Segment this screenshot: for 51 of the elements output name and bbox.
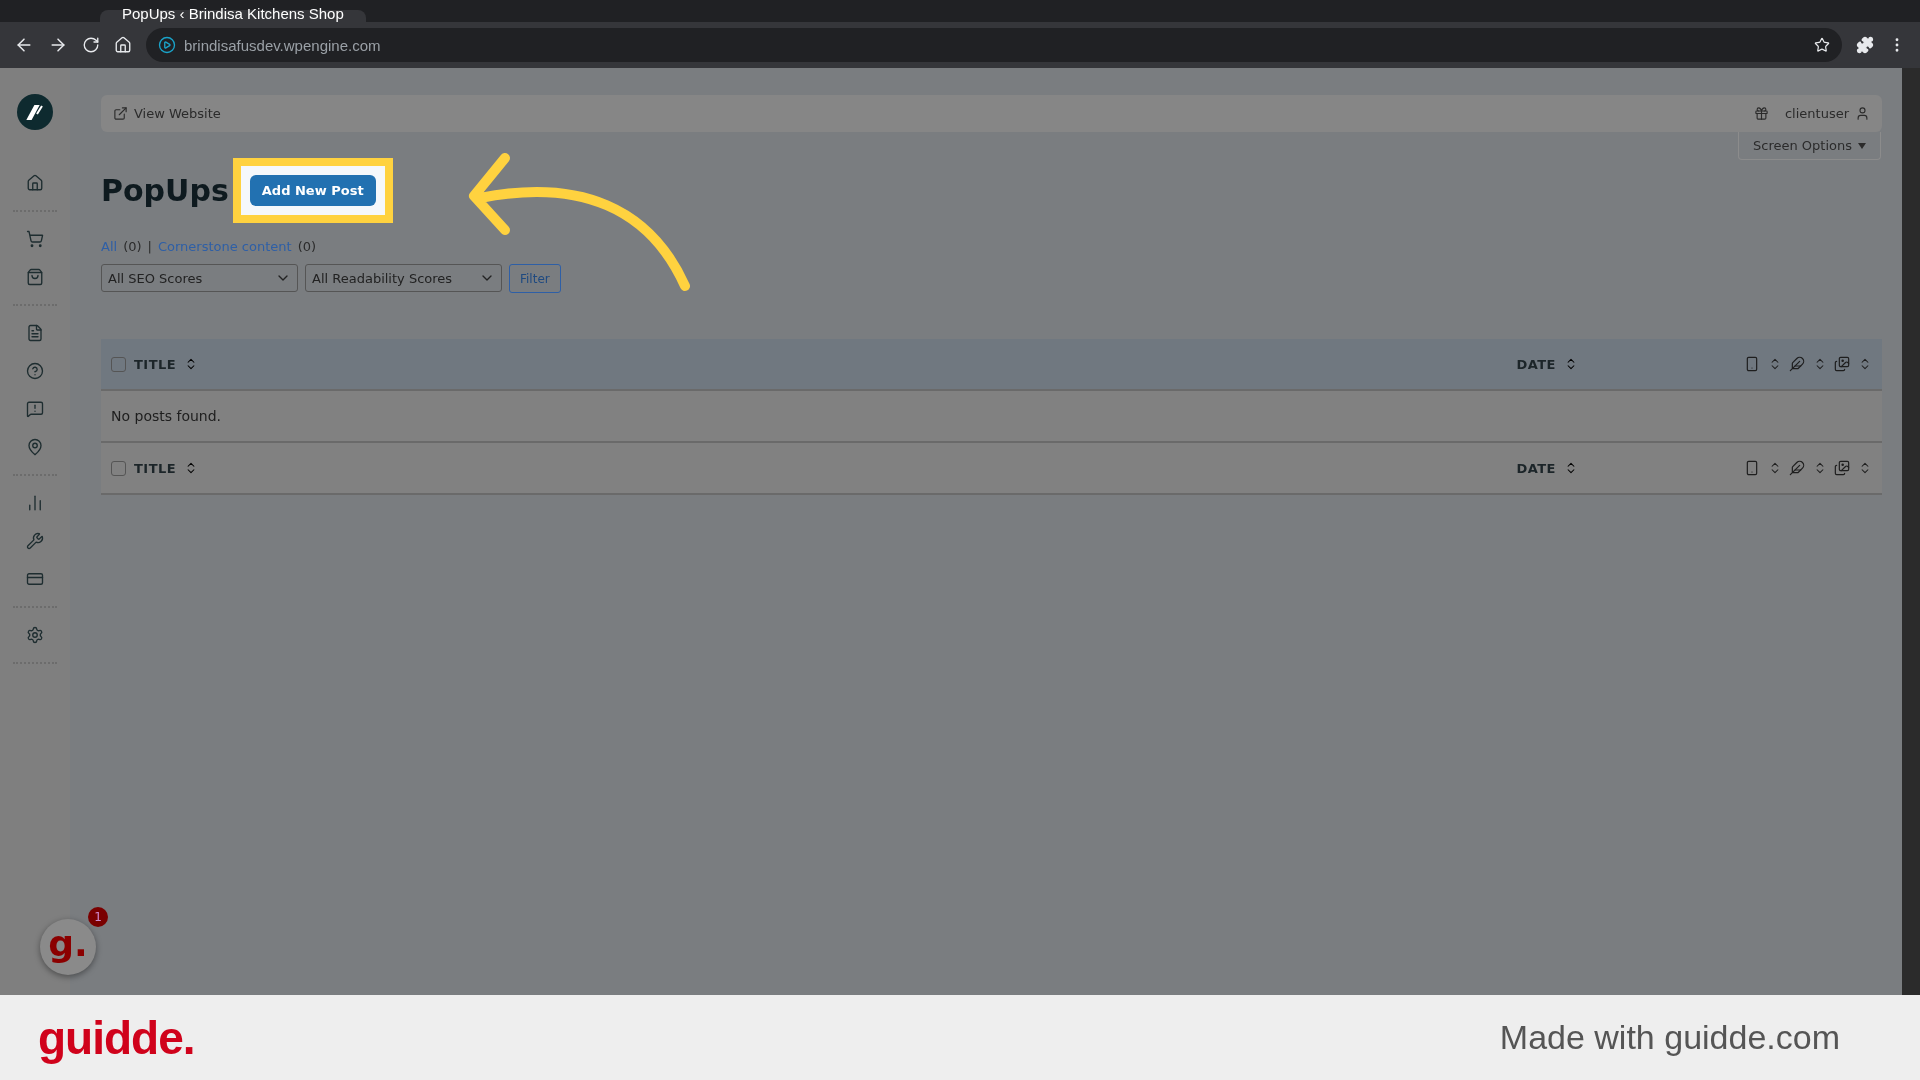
card-icon[interactable]: [26, 570, 44, 588]
settings-icon[interactable]: [26, 626, 44, 644]
play-icon: [158, 36, 176, 54]
filter-button[interactable]: Filter: [509, 264, 561, 293]
screen-options-button[interactable]: Screen Options: [1738, 132, 1881, 160]
select-all-checkbox[interactable]: [111, 460, 126, 476]
select-all-checkbox[interactable]: [111, 356, 126, 372]
date-column-header[interactable]: DATE: [1516, 460, 1556, 476]
help-icon[interactable]: [26, 362, 44, 380]
add-new-post-button[interactable]: Add New Post: [249, 175, 376, 206]
document-icon[interactable]: [26, 324, 44, 342]
bag-icon[interactable]: [26, 268, 44, 286]
footer-logo: guidde.: [38, 1010, 195, 1065]
bar-chart-icon[interactable]: [26, 494, 44, 512]
feather-icon: [1789, 460, 1806, 476]
user-link[interactable]: clientuser: [1784, 106, 1870, 121]
separator: |: [147, 239, 152, 254]
page-title: PopUps: [101, 173, 229, 208]
address-bar[interactable]: brindisafusdev.wpengine.com: [146, 28, 1842, 62]
helper-logo: g.: [48, 922, 88, 964]
feather-icon: [1789, 356, 1806, 372]
reload-icon[interactable]: [82, 36, 100, 54]
date-column-header[interactable]: DATE: [1516, 356, 1556, 372]
wrench-icon[interactable]: [26, 532, 44, 550]
notification-count: 1: [88, 907, 108, 927]
helper-badge[interactable]: g.: [40, 919, 96, 975]
footer-tagline: Made with guidde.com: [1499, 1018, 1840, 1057]
filter-select[interactable]: All Readability Scores: [305, 264, 502, 292]
images-icon: [1834, 356, 1851, 372]
star-icon: [1814, 37, 1830, 53]
view-count: (0): [297, 239, 317, 254]
filter-select[interactable]: All SEO Scores: [101, 264, 298, 292]
feedback-icon[interactable]: [26, 400, 44, 418]
caret-icon: [1858, 142, 1866, 149]
images-icon: [1834, 460, 1851, 476]
scrollbar[interactable]: [1902, 68, 1920, 995]
cart-icon[interactable]: [26, 230, 44, 248]
browser-tab[interactable]: PopUps ‹ Brindisa Kitchens Shop: [100, 10, 366, 22]
view-website-link[interactable]: View Website: [113, 106, 221, 121]
external-link-icon: [113, 106, 128, 121]
user-icon: [1855, 106, 1870, 121]
location-pin-icon[interactable]: [26, 438, 44, 456]
phone-icon: [1744, 460, 1760, 476]
app-logo[interactable]: [17, 94, 53, 130]
title-column-header[interactable]: TITLE: [134, 460, 177, 476]
view-count: (0): [123, 239, 142, 254]
empty-message: No posts found.: [111, 408, 222, 424]
extensions-icon[interactable]: [1856, 36, 1874, 54]
phone-icon: [1744, 356, 1760, 372]
title-column-header[interactable]: TITLE: [134, 356, 177, 372]
gift-icon: [1753, 106, 1769, 121]
